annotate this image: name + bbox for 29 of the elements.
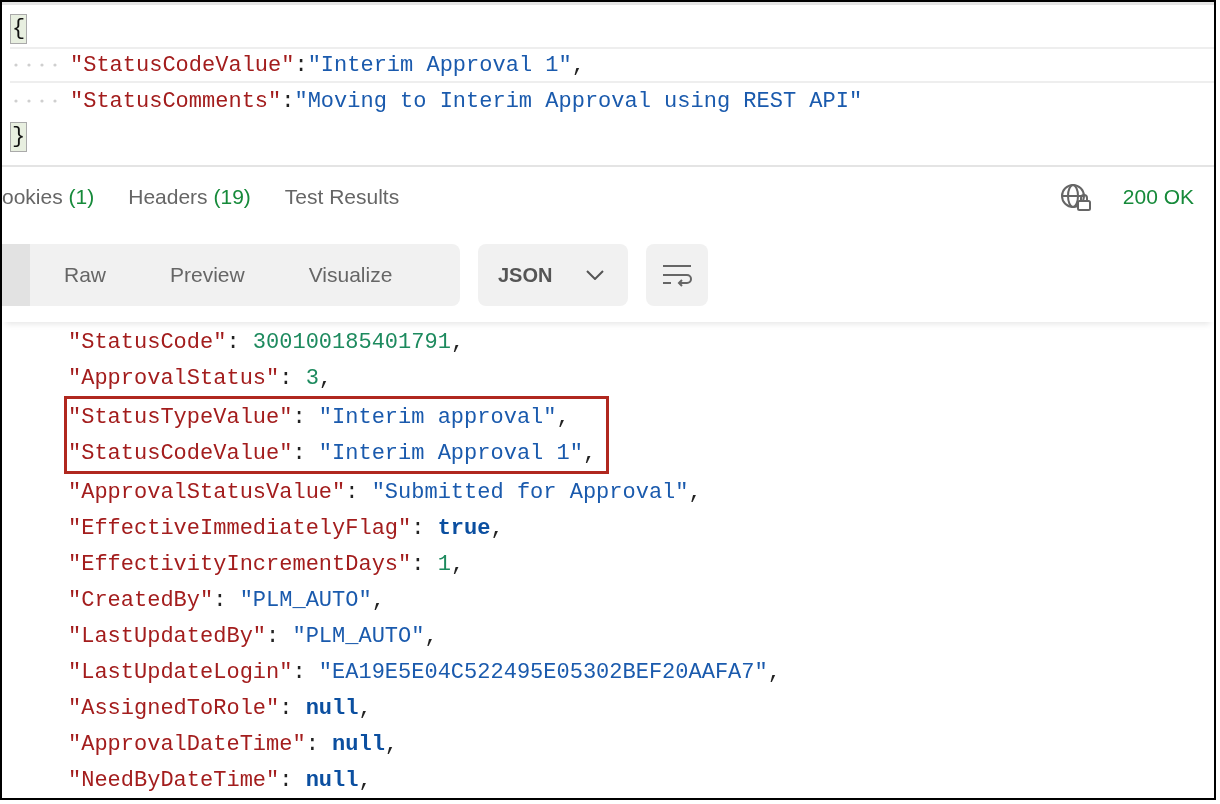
json-line: "NeedByDateTime": null, xyxy=(68,767,372,793)
json-line: "LastUpdatedBy": "PLM_AUTO", xyxy=(68,623,438,649)
json-line: "StatusCode": 300100185401791, xyxy=(68,329,465,355)
json-line: "EffectiveImmediatelyFlag": true, xyxy=(68,515,504,541)
json-line: "StatusComments":"Moving to Interim Approval using REST API" xyxy=(70,88,863,114)
view-mode-tab[interactable]: Preview xyxy=(138,244,277,306)
json-line: "StatusCodeValue":"Interim Approval 1", xyxy=(70,52,585,78)
json-line: "StatusCodeValue": "Interim Approval 1", xyxy=(68,440,597,466)
response-tab[interactable]: ookies (1) xyxy=(2,184,95,209)
globe-lock-icon xyxy=(1058,181,1093,212)
view-mode-tab[interactable]: Visualize xyxy=(276,244,425,306)
json-line: "CreatedBy": "PLM_AUTO", xyxy=(68,587,385,613)
json-line: "LastUpdateLogin": "EA19E5E04C522495E05302BEF20AAFA7", xyxy=(68,659,781,685)
chevron-down-icon xyxy=(586,270,604,280)
format-dropdown[interactable]: JSON xyxy=(478,244,628,306)
wrap-lines-button[interactable] xyxy=(646,244,708,306)
json-line: "ApprovalStatusValue": "Submitted for Approval", xyxy=(68,479,702,505)
json-line: "AssignedToRole": null, xyxy=(68,695,372,721)
json-line: "StatusTypeValue": "Interim approval", xyxy=(68,404,570,430)
open-brace: { xyxy=(10,14,28,44)
close-brace: } xyxy=(10,122,28,152)
json-line: "EffectivityIncrementDays": 1, xyxy=(68,551,465,577)
response-tab[interactable]: Headers (19) xyxy=(128,184,251,209)
status-code: 200 OK xyxy=(1122,184,1194,209)
json-line: "ApprovalDateTime": null, xyxy=(68,731,399,757)
response-tab[interactable]: Test Results xyxy=(284,184,400,209)
wrap-lines-icon xyxy=(661,263,693,287)
json-line: "ApprovalStatus": 3, xyxy=(68,365,333,391)
view-mode-tab[interactable]: Raw xyxy=(30,244,138,306)
